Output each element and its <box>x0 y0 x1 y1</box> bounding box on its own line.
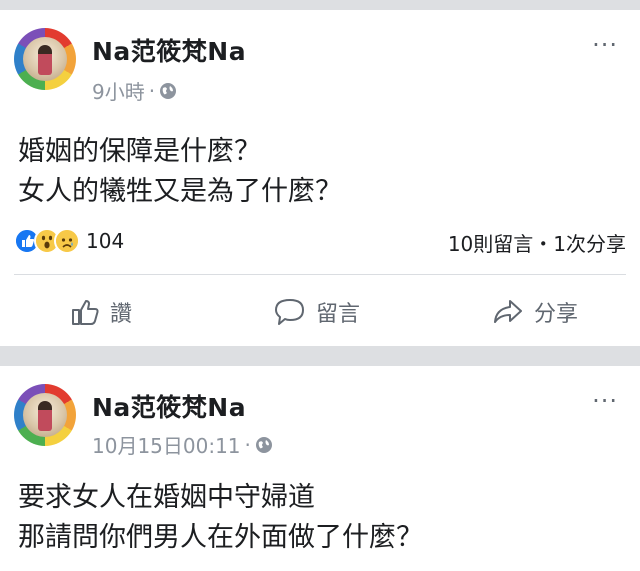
share-button[interactable]: 分享 <box>492 296 578 328</box>
post-body: 婚姻的保障是什麼？ 女人的犧牲又是為了什麼？ <box>18 132 342 212</box>
post-body: 要求女人在婚姻中守婦道 那請問你們男人在外面做了什麼？ <box>18 478 423 558</box>
post-time[interactable]: 10月15日00:11 <box>92 430 241 459</box>
post-line: 那請問你們男人在外面做了什麼？ <box>18 522 423 553</box>
post-card: Na范筱梵Na 9小時 · ··· 婚姻的保障是什麼？ 女人的犧牲又是為了什麼？ <box>0 10 640 346</box>
globe-icon[interactable] <box>159 82 177 100</box>
post-card: Na范筱梵Na 10月15日00:11 · ··· 要求女人在婚姻中守婦道 那請… <box>0 366 640 571</box>
like-icon <box>72 300 99 325</box>
author-name[interactable]: Na范筱梵Na <box>92 388 246 424</box>
post-meta: 10月15日00:11 · <box>92 430 273 459</box>
comments-shares-count[interactable]: 10則留言・1次分享 <box>448 228 626 257</box>
more-options-icon[interactable]: ··· <box>592 389 618 413</box>
post-meta: 9小時 · <box>92 76 177 105</box>
comment-icon <box>275 299 304 325</box>
avatar-figure <box>38 401 52 431</box>
share-icon <box>494 300 522 323</box>
reaction-count: 104 <box>86 229 125 253</box>
avatar[interactable] <box>14 384 76 446</box>
comment-button[interactable]: 留言 <box>274 296 360 328</box>
avatar-photo <box>23 393 67 437</box>
avatar-photo <box>23 37 67 81</box>
separator-dot: · <box>148 78 156 103</box>
post-line: 女人的犧牲又是為了什麼？ <box>18 176 342 207</box>
post-line: 婚姻的保障是什麼？ <box>18 136 261 167</box>
comment-label: 留言 <box>316 302 361 327</box>
like-button[interactable]: 讚 <box>70 296 132 328</box>
author-name[interactable]: Na范筱梵Na <box>92 32 246 68</box>
divider <box>14 274 626 275</box>
sad-reaction-icon <box>54 228 80 254</box>
separator-dot: · <box>244 432 251 457</box>
share-label: 分享 <box>534 302 579 327</box>
globe-icon[interactable] <box>255 436 273 454</box>
post-line: 要求女人在婚姻中守婦道 <box>18 482 315 513</box>
like-label: 讚 <box>110 302 133 327</box>
post-time[interactable]: 9小時 <box>92 76 145 105</box>
reactions-summary[interactable]: 104 <box>14 228 124 254</box>
more-options-icon[interactable]: ··· <box>592 33 618 57</box>
avatar[interactable] <box>14 28 76 90</box>
avatar-figure <box>38 45 52 75</box>
